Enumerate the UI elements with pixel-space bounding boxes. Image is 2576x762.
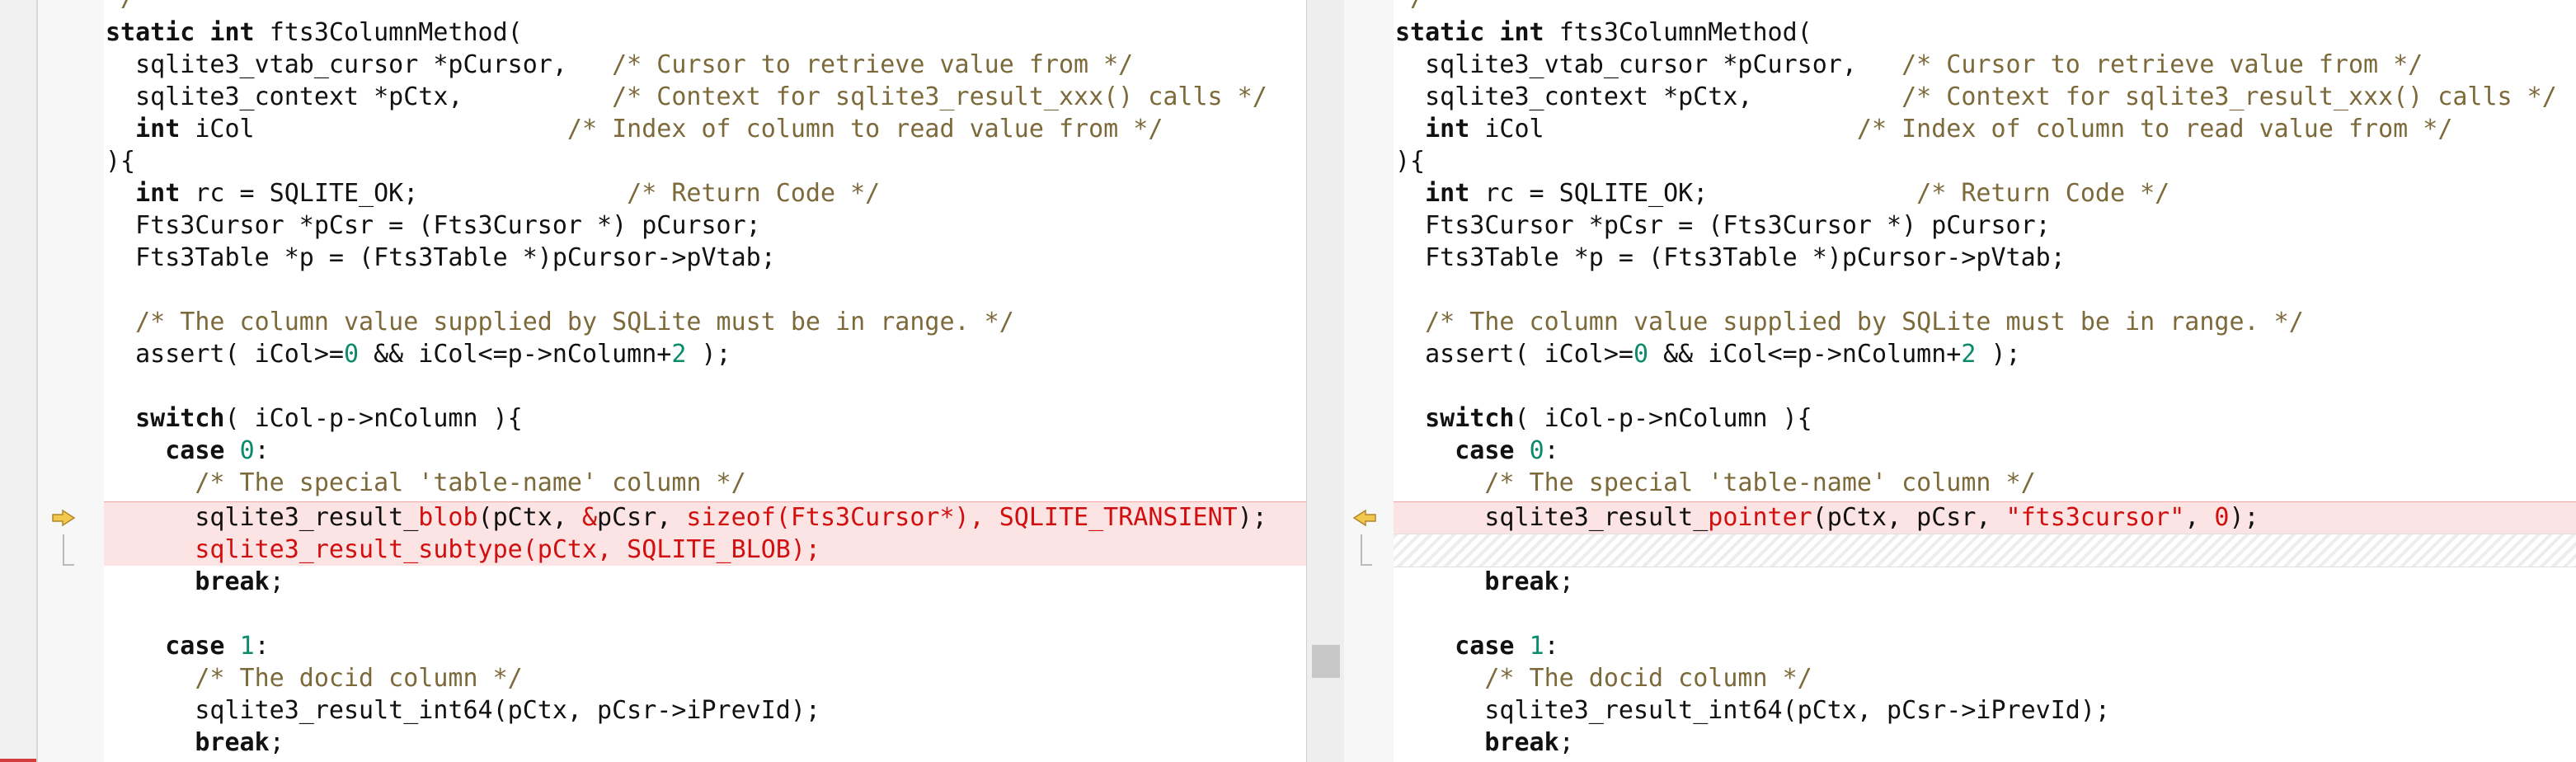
code-line: /* The docid column */ — [106, 664, 523, 693]
code-line: case 1: — [1455, 632, 1559, 661]
code-line: sqlite3_vtab_cursor *pCursor, /* Cursor … — [106, 50, 1134, 79]
changed-code-line: sqlite3_result_pointer(pCtx, pCsr, "fts3… — [1395, 503, 2259, 532]
code-line: case 1: — [165, 632, 270, 661]
arrow-left-icon[interactable] — [1352, 509, 1377, 527]
change-block-bracket — [1361, 534, 1372, 566]
code-line: /* The column value supplied by SQLite m… — [1395, 308, 2304, 336]
arrow-right-icon[interactable] — [51, 509, 76, 527]
vertical-scrollbar[interactable] — [1306, 0, 1346, 762]
code-line: Fts3Table *p = (Fts3Table *)pCursor->pVt… — [1395, 243, 2066, 272]
code-line: static int fts3ColumnMethod( — [1395, 18, 1812, 47]
code-line: ){ — [106, 147, 136, 176]
right-code-pane[interactable]: */ static int fts3ColumnMethod( sqlite3_… — [1394, 0, 2576, 762]
code-line: ){ — [1395, 147, 1426, 176]
missing-line-filler — [1394, 534, 2576, 567]
code-line: /* The docid column */ — [1395, 664, 1812, 693]
code-line: sqlite3_context *pCtx, /* Context for sq… — [106, 82, 1267, 111]
code-line: sqlite3_result_int64(pCtx, pCsr->iPrevId… — [1395, 696, 2110, 725]
code-line: break; — [195, 728, 284, 757]
code-line: */ — [1395, 0, 1425, 14]
code-line: int rc = SQLITE_OK; /* Return Code */ — [1425, 179, 2170, 208]
right-change-margin — [1344, 0, 1394, 762]
code-line: */ — [106, 0, 135, 14]
changed-code-line: sqlite3_result_blob(pCtx, &pCsr, sizeof(… — [106, 503, 1267, 532]
diff-viewer: */ static int fts3ColumnMethod( sqlite3_… — [0, 0, 2576, 762]
code-line: /* The special 'table-name' column */ — [1395, 468, 2036, 497]
left-change-margin — [38, 0, 104, 762]
change-block-bracket — [63, 534, 74, 566]
code-line: int rc = SQLITE_OK; /* Return Code */ — [135, 179, 881, 208]
left-gutter — [0, 0, 38, 762]
deleted-code-line: sqlite3_result_subtype(pCtx, SQLITE_BLOB… — [106, 535, 820, 564]
code-line: break; — [195, 567, 284, 596]
scrollbar-thumb[interactable] — [1312, 645, 1340, 678]
code-line: switch( iCol-p->nColumn ){ — [1425, 404, 1812, 433]
code-line: switch( iCol-p->nColumn ){ — [135, 404, 523, 433]
code-line: case 0: — [165, 436, 270, 465]
code-line: static int fts3ColumnMethod( — [106, 18, 523, 47]
code-line: break; — [1484, 567, 1574, 596]
code-line: /* The special 'table-name' column */ — [106, 468, 746, 497]
gutter-corner-marker — [0, 759, 36, 762]
code-line: Fts3Cursor *pCsr = (Fts3Cursor *) pCurso… — [1395, 211, 2051, 240]
code-line: int iCol /* Index of column to read valu… — [135, 115, 1163, 143]
code-line: sqlite3_vtab_cursor *pCursor, /* Cursor … — [1395, 50, 2423, 79]
code-line: int iCol /* Index of column to read valu… — [1425, 115, 2453, 143]
left-code-pane[interactable]: */ static int fts3ColumnMethod( sqlite3_… — [104, 0, 1306, 762]
code-line: break; — [1484, 728, 1574, 757]
code-line: Fts3Cursor *pCsr = (Fts3Cursor *) pCurso… — [106, 211, 761, 240]
code-line: sqlite3_context *pCtx, /* Context for sq… — [1395, 82, 2557, 111]
code-line: Fts3Table *p = (Fts3Table *)pCursor->pVt… — [106, 243, 776, 272]
code-line: case 0: — [1455, 436, 1559, 465]
code-line: assert( iCol>=0 && iCol<=p->nColumn+2 ); — [106, 340, 731, 369]
code-line: assert( iCol>=0 && iCol<=p->nColumn+2 ); — [1395, 340, 2021, 369]
code-line: /* The column value supplied by SQLite m… — [106, 308, 1014, 336]
code-line: sqlite3_result_int64(pCtx, pCsr->iPrevId… — [106, 696, 820, 725]
